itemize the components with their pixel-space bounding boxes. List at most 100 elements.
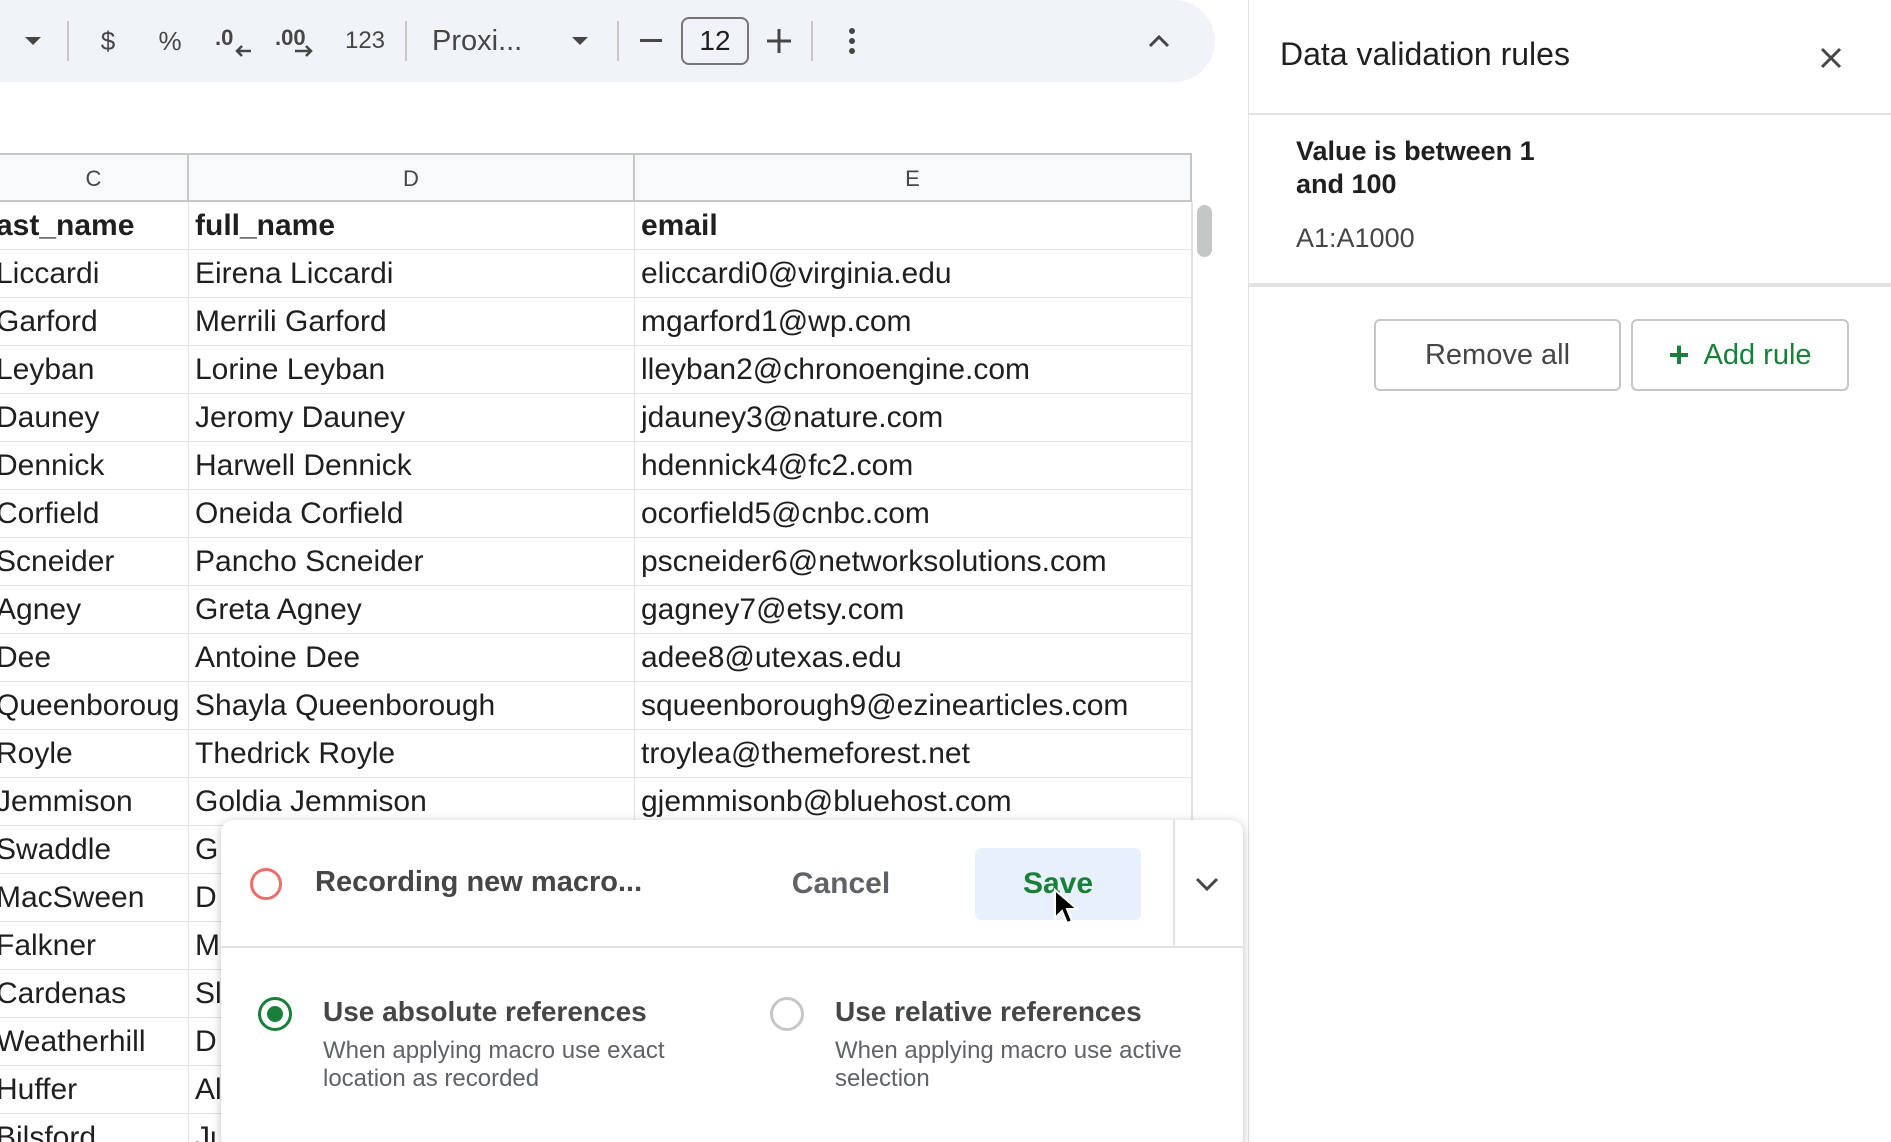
add-rule-label: Add rule — [1703, 338, 1812, 371]
close-icon[interactable] — [1809, 36, 1853, 80]
column-header-e[interactable]: E — [635, 155, 1192, 202]
percent-format-button[interactable]: % — [150, 0, 190, 82]
cell-last-name[interactable]: Corfield — [0, 490, 189, 538]
dropdown-arrow-icon[interactable] — [18, 0, 48, 82]
cell-last-name[interactable]: Swaddle — [0, 826, 189, 874]
cell-last-name[interactable]: Weatherhill — [0, 1018, 189, 1066]
cell-full-name[interactable]: Oneida Corfield — [189, 490, 635, 538]
validation-rule-card[interactable]: Value is between 1 and 100 A1:A1000 — [1249, 115, 1891, 287]
cell-email[interactable]: eliccardi0@virginia.edu — [635, 250, 1192, 298]
cell-last-name[interactable]: Garford — [0, 298, 189, 346]
absolute-references-title[interactable]: Use absolute references — [323, 996, 647, 1028]
column-headers: C D E — [0, 153, 1192, 202]
font-dropdown-arrow-icon[interactable] — [568, 0, 592, 82]
cell-last-name[interactable]: Queenboroug — [0, 682, 189, 730]
header-divider — [1173, 820, 1175, 948]
cell-last-name[interactable]: Royle — [0, 730, 189, 778]
toolbar-divider — [67, 21, 69, 61]
table-row: Leyban Lorine Leyban lleyban2@chronoengine… — [0, 346, 1192, 394]
plus-icon — [767, 29, 791, 53]
cell-last-name[interactable]: Scneider — [0, 538, 189, 586]
cell-email[interactable]: jdauney3@nature.com — [635, 394, 1192, 442]
cell-full-name[interactable]: Thedrick Royle — [189, 730, 635, 778]
header-row: ast_name full_name email — [0, 202, 1192, 250]
cell-header-full-name[interactable]: full_name — [189, 202, 635, 250]
cell-full-name[interactable]: Antoine Dee — [189, 634, 635, 682]
cell-header-last-name[interactable]: ast_name — [0, 202, 189, 250]
cell-email[interactable]: hdennick4@fc2.com — [635, 442, 1192, 490]
font-family-select[interactable]: Proxi... — [432, 0, 532, 82]
cell-email[interactable]: troylea@themeforest.net — [635, 730, 1192, 778]
cell-full-name[interactable]: Eirena Liccardi — [189, 250, 635, 298]
cell-email[interactable]: adee8@utexas.edu — [635, 634, 1192, 682]
column-header-c[interactable]: C — [0, 155, 189, 202]
cell-full-name[interactable]: Lorine Leyban — [189, 346, 635, 394]
increase-decimal-button[interactable]: .00 — [272, 0, 328, 82]
cell-last-name[interactable]: MacSween — [0, 874, 189, 922]
rule-title: Value is between 1 and 100 — [1296, 136, 1535, 199]
table-row: Dauney Jeromy Dauney jdauney3@nature.com — [0, 394, 1192, 442]
cell-last-name[interactable]: Cardenas — [0, 970, 189, 1018]
font-size-input[interactable]: 12 — [681, 17, 749, 65]
cell-email[interactable]: pscneider6@networksolutions.com — [635, 538, 1192, 586]
add-rule-button[interactable]: + Add rule — [1631, 319, 1849, 391]
cell-last-name[interactable]: Jemmison — [0, 778, 189, 826]
cell-last-name[interactable]: Leyban — [0, 346, 189, 394]
vertical-scrollbar-thumb[interactable] — [1197, 205, 1212, 257]
cancel-button[interactable]: Cancel — [766, 848, 916, 920]
panel-title: Data validation rules — [1280, 36, 1570, 72]
cell-email[interactable]: gagney7@etsy.com — [635, 586, 1192, 634]
rule-range: A1:A1000 — [1296, 223, 1415, 253]
cell-full-name[interactable]: Pancho Scneider — [189, 538, 635, 586]
table-row: Scneider Pancho Scneider pscneider6@networ… — [0, 538, 1192, 586]
svg-text:.0: .0 — [215, 25, 233, 50]
data-validation-panel: Data validation rules Value is between 1… — [1248, 0, 1891, 1142]
collapse-toolbar-icon[interactable] — [1142, 0, 1176, 82]
cell-full-name[interactable]: Shayla Queenborough — [189, 682, 635, 730]
increase-decimal-icon: .00 — [275, 25, 313, 57]
currency-format-button[interactable]: $ — [88, 0, 128, 82]
cell-last-name[interactable]: Liccardi — [0, 250, 189, 298]
table-row: Dennick Harwell Dennick hdennick4@fc2.com — [0, 442, 1192, 490]
toolbar: $ % .0 .00 123 Proxi... 12 — [0, 0, 1215, 82]
number-format-button[interactable]: 123 — [340, 0, 390, 82]
table-row: Jemmison Goldia Jemmison gjemmisonb@blueho… — [0, 778, 1192, 826]
table-row: Dee Antoine Dee adee8@utexas.edu — [0, 634, 1192, 682]
decrease-font-size-button[interactable] — [636, 0, 666, 82]
cell-email[interactable]: mgarford1@wp.com — [635, 298, 1192, 346]
cell-last-name[interactable]: Bilsford — [0, 1114, 189, 1142]
table-row: Corfield Oneida Corfield ocorfield5@cnbc.c… — [0, 490, 1192, 538]
macro-header: Recording new macro... Cancel Save — [221, 820, 1243, 948]
cell-full-name[interactable]: Harwell Dennick — [189, 442, 635, 490]
cell-last-name[interactable]: Agney — [0, 586, 189, 634]
remove-all-button[interactable]: Remove all — [1374, 319, 1621, 391]
cell-last-name[interactable]: Huffer — [0, 1066, 189, 1114]
relative-references-radio[interactable] — [770, 997, 804, 1031]
cell-last-name[interactable]: Dauney — [0, 394, 189, 442]
table-row: Liccardi Eirena Liccardi eliccardi0@virgin… — [0, 250, 1192, 298]
cell-full-name[interactable]: Jeromy Dauney — [189, 394, 635, 442]
cell-header-email[interactable]: email — [635, 202, 1192, 250]
increase-font-size-button[interactable] — [764, 0, 794, 82]
cell-full-name[interactable]: Greta Agney — [189, 586, 635, 634]
relative-references-title[interactable]: Use relative references — [835, 996, 1142, 1028]
cell-email[interactable]: gjemmisonb@bluehost.com — [635, 778, 1192, 826]
svg-text:.00: .00 — [275, 25, 306, 50]
recording-indicator-icon — [250, 868, 282, 900]
cell-last-name[interactable]: Dennick — [0, 442, 189, 490]
decrease-decimal-button[interactable]: .0 — [210, 0, 260, 82]
more-options-icon[interactable] — [840, 0, 864, 82]
cell-full-name[interactable]: Merrili Garford — [189, 298, 635, 346]
toolbar-divider — [811, 21, 813, 61]
absolute-references-radio[interactable] — [258, 997, 292, 1031]
table-row: Agney Greta Agney gagney7@etsy.com — [0, 586, 1192, 634]
cell-last-name[interactable]: Falkner — [0, 922, 189, 970]
cell-email[interactable]: ocorfield5@cnbc.com — [635, 490, 1192, 538]
cell-email[interactable]: lleyban2@chronoengine.com — [635, 346, 1192, 394]
column-header-d[interactable]: D — [189, 155, 635, 202]
cell-full-name[interactable]: Goldia Jemmison — [189, 778, 635, 826]
cell-email[interactable]: squeenborough9@ezinearticles.com — [635, 682, 1192, 730]
chevron-down-icon[interactable] — [1187, 866, 1227, 902]
cell-last-name[interactable]: Dee — [0, 634, 189, 682]
relative-references-desc: When applying macro use active selection — [835, 1037, 1182, 1092]
